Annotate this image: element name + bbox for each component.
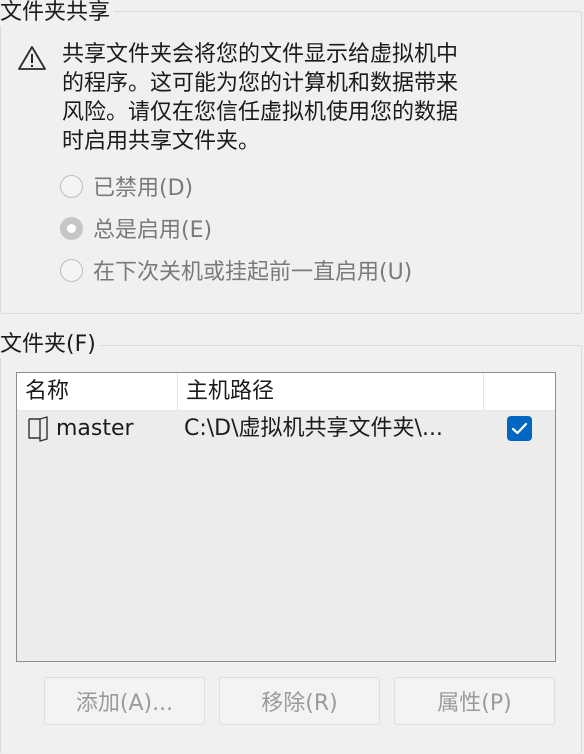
radio-always-enabled[interactable]: 总是启用(E) <box>60 213 212 243</box>
checkmark-icon <box>511 422 528 435</box>
shared-folders-list[interactable]: 名称 主机路径 master C:\D\虚拟机共享文件夹\... <box>16 372 556 662</box>
remove-button[interactable]: 移除(R) <box>219 677 380 725</box>
warning-icon <box>18 46 46 70</box>
column-header-host-path[interactable]: 主机路径 <box>178 373 484 411</box>
folder-icon <box>28 416 48 442</box>
column-header-enabled[interactable] <box>484 373 555 411</box>
enabled-checkbox[interactable] <box>507 416 532 441</box>
list-item[interactable]: master C:\D\虚拟机共享文件夹\... <box>17 411 555 447</box>
radio-until-poweroff[interactable]: 在下次关机或挂起前一直启用(U) <box>60 255 412 285</box>
warning-line: 共享文件夹会将您的文件显示给虚拟机中 <box>62 42 459 67</box>
folder-sharing-legend: 文件夹共享 <box>0 0 115 26</box>
radio-button[interactable] <box>60 258 83 282</box>
folders-legend: 文件夹(F) <box>0 332 100 358</box>
properties-button[interactable]: 属性(P) <box>394 677 555 725</box>
column-header-name[interactable]: 名称 <box>17 373 178 411</box>
warning-line: 风险。请仅在您信任虚拟机使用您的数据 <box>62 100 459 125</box>
radio-disabled[interactable]: 已禁用(D) <box>60 171 193 201</box>
radio-label: 在下次关机或挂起前一直启用(U) <box>93 260 413 285</box>
radio-button[interactable] <box>60 174 83 198</box>
warning-message: 共享文件夹会将您的文件显示给虚拟机中 的程序。这可能为您的计算机和数据带来 风险… <box>62 40 502 156</box>
folder-host-path: C:\D\虚拟机共享文件夹\... <box>184 416 443 441</box>
list-header: 名称 主机路径 <box>17 373 555 411</box>
radio-label: 已禁用(D) <box>93 176 194 201</box>
folder-name: master <box>56 416 134 441</box>
radio-label: 总是启用(E) <box>93 218 213 243</box>
radio-button-selected[interactable] <box>60 216 83 240</box>
add-button[interactable]: 添加(A)... <box>44 677 205 725</box>
warning-line: 时启用共享文件夹。 <box>62 129 261 154</box>
warning-line: 的程序。这可能为您的计算机和数据带来 <box>62 71 459 96</box>
